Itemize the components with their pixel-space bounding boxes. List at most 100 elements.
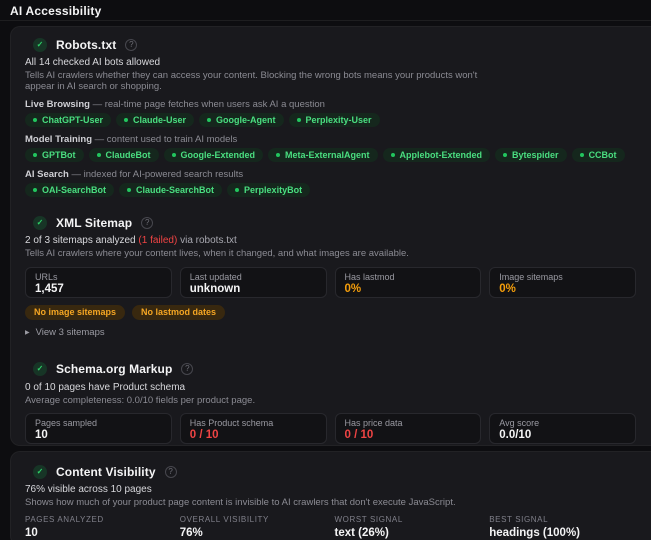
bot-group-label: Model Training — content used to train A… [25, 134, 636, 145]
bot-pill-row: ChatGPT-User Claude-User Google-Agent Pe… [25, 113, 636, 127]
stat-urls: URLs 1,457 [25, 266, 172, 298]
section-header: ✓ Schema.org Markup ? [25, 362, 636, 377]
metric-label: Worst signal [334, 514, 403, 524]
metric-value: headings (100%) [489, 526, 580, 539]
bot-pill: Claude-User [116, 113, 195, 127]
bot-group-label: Live Browsing — real-time page fetches w… [25, 99, 636, 110]
section-title: Robots.txt [56, 37, 117, 52]
bot-name: Meta-ExternalAgent [285, 149, 370, 160]
stat-image-sitemaps: Image sitemaps 0% [489, 266, 636, 298]
bot-group-name: Model Training [25, 134, 93, 145]
section-description: Average completeness: 0.0/10 fields per … [25, 394, 256, 406]
bot-name: Perplexity-User [305, 114, 372, 125]
bot-active-dot-icon [33, 188, 37, 192]
section-summary: 0 of 10 pages have Product schema [25, 381, 186, 393]
metric-overall-visibility: Overall visibility 76% [180, 515, 327, 539]
stat-label: Last updated [189, 271, 242, 282]
summary-prefix: 2 of 3 sitemaps analyzed [25, 235, 136, 246]
bot-pill: Bytespider [495, 148, 567, 162]
stat-value: 0 / 10 [189, 429, 219, 441]
bot-group-desc: — content used to train AI models [94, 134, 238, 145]
metric-label: Overall visibility [179, 514, 269, 524]
section-schema-markup: ✓ Schema.org Markup ? 0 of 10 pages have… [25, 362, 636, 446]
section-content-visibility: ✓ Content Visibility ? 76% visible acros… [25, 464, 636, 540]
bot-name: Google-Agent [216, 114, 276, 125]
section-header: ✓ XML Sitemap ? [25, 215, 636, 230]
view-sitemaps-expander[interactable]: ▶ View 3 sitemaps [25, 327, 636, 338]
page-title: AI Accessibility [10, 4, 102, 18]
bot-pill: GPTBot [25, 148, 84, 162]
metric-value: 10 [25, 526, 38, 539]
bot-name: Claude-User [133, 114, 187, 125]
warning-pill-row: No image sitemaps No lastmod dates [25, 304, 636, 320]
bot-name: ChatGPT-User [42, 114, 104, 125]
check-pass-icon: ✓ [33, 215, 47, 230]
metric-value: text (26%) [334, 526, 389, 539]
bot-name: Google-Extended [180, 149, 256, 160]
stat-value: 0% [344, 282, 362, 295]
stat-value: 0% [499, 282, 516, 295]
summary-fail-count: (1 failed) [138, 235, 178, 246]
section-summary: 76% visible across 10 pages [25, 484, 152, 495]
metric-value: 76% [179, 526, 203, 539]
metric-worst-signal: Worst signal text (26%) [335, 515, 482, 539]
stat-label: Has price data [344, 418, 403, 428]
stat-label: Pages sampled [35, 418, 98, 428]
visibility-card: ✓ Content Visibility ? 76% visible acros… [10, 451, 651, 540]
stat-label: URLs [35, 271, 58, 282]
bot-pill: CCBot [571, 148, 625, 162]
stat-label: Has Product schema [189, 418, 274, 428]
stat-has-lastmod: Has lastmod 0% [334, 266, 482, 298]
bot-name: PerplexityBot [244, 184, 303, 195]
metric-row: Pages analyzed 10 Overall visibility 76%… [25, 515, 636, 539]
bot-active-dot-icon [235, 188, 240, 192]
bot-name: OAI-SearchBot [42, 184, 107, 195]
bot-pill: Meta-ExternalAgent [268, 148, 378, 162]
bot-active-dot-icon [96, 153, 101, 157]
bot-active-dot-icon [207, 118, 212, 122]
bot-name: GPTBot [42, 149, 76, 160]
stat-row: Pages sampled 10 Has Product schema 0 / … [25, 413, 636, 444]
stat-value: unknown [189, 282, 241, 295]
bot-pill: Claude-SearchBot [119, 183, 223, 197]
stat-value: 10 [35, 429, 48, 441]
section-description: Tells AI crawlers whether they can acces… [25, 70, 478, 92]
stat-value: 0.0/10 [499, 429, 532, 441]
stat-value: 0 / 10 [344, 429, 374, 441]
stat-label: Has lastmod [344, 271, 395, 282]
help-icon[interactable]: ? [141, 216, 154, 229]
page-header: AI Accessibility [0, 0, 651, 21]
bot-name: ClaudeBot [105, 149, 151, 160]
bot-group-name: Live Browsing [25, 99, 90, 110]
help-icon[interactable]: ? [164, 465, 177, 478]
section-xml-sitemap: ✓ XML Sitemap ? 2 of 3 sitemaps analyzed… [25, 215, 636, 338]
stat-label: Avg score [499, 418, 540, 428]
bot-active-dot-icon [390, 153, 395, 157]
bot-active-dot-icon [33, 153, 37, 157]
bot-pill-row: GPTBot ClaudeBot Google-Extended Meta-Ex… [25, 148, 636, 162]
stat-has-product-schema: Has Product schema 0 / 10 [179, 413, 327, 444]
stat-label: Image sitemaps [499, 271, 563, 282]
check-pass-icon: ✓ [33, 37, 47, 52]
bot-pill: ChatGPT-User [25, 113, 112, 127]
metric-label: Pages analyzed [25, 514, 104, 524]
bot-active-dot-icon [127, 188, 132, 192]
bot-pill: PerplexityBot [227, 183, 311, 197]
expander-triangle-icon: ▶ [25, 329, 30, 336]
bot-pill: Applebot-Extended [382, 148, 491, 162]
section-description: Tells AI crawlers where your content liv… [25, 248, 409, 259]
help-icon[interactable]: ? [181, 363, 194, 375]
metric-best-signal: Best signal headings (100%) [489, 515, 636, 539]
help-icon[interactable]: ? [125, 38, 138, 51]
stat-has-price-data: Has price data 0 / 10 [334, 413, 482, 444]
bot-active-dot-icon [171, 153, 176, 157]
bot-pill: ClaudeBot [88, 148, 159, 162]
stat-value: 1,457 [35, 282, 64, 295]
summary-suffix: via robots.txt [180, 235, 237, 246]
metric-pages-analyzed: Pages analyzed 10 [25, 515, 172, 539]
bot-pill: Google-Extended [163, 148, 264, 162]
bot-active-dot-icon [33, 118, 37, 122]
bot-active-dot-icon [503, 153, 508, 157]
bot-name: Applebot-Extended [399, 149, 483, 160]
bot-pill: Google-Agent [199, 113, 284, 127]
